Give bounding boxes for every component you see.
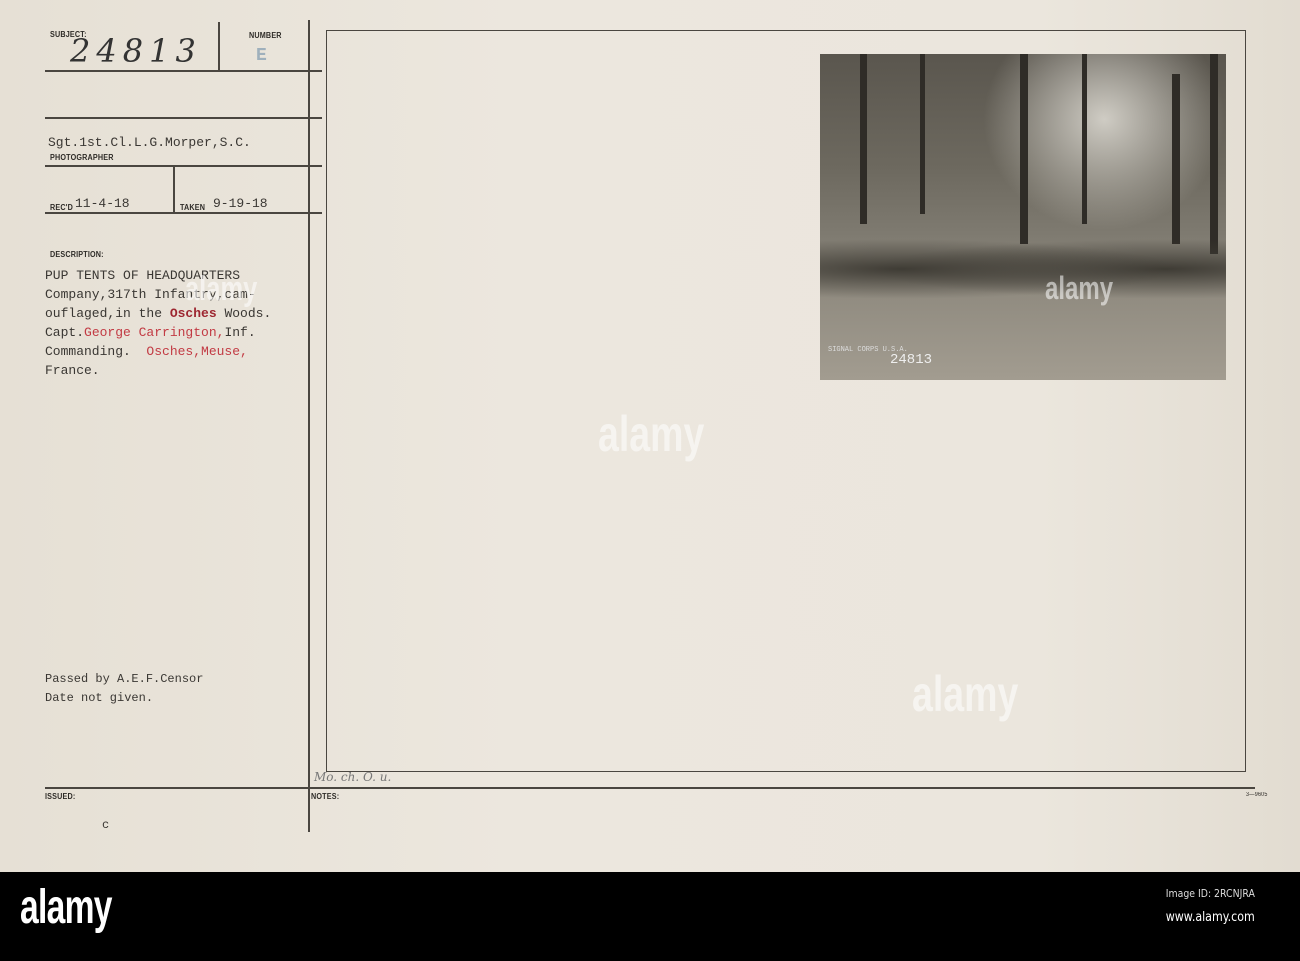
censor-date: Date not given. xyxy=(45,691,154,705)
divider xyxy=(218,22,220,70)
location: Osches,Meuse, xyxy=(146,344,248,359)
tree xyxy=(1172,74,1180,244)
alamy-url[interactable]: www.alamy.com xyxy=(1166,910,1255,925)
description-line: Commanding. Osches,Meuse, xyxy=(45,344,248,359)
text: Inf. xyxy=(224,325,256,340)
text: Commanding. xyxy=(45,344,147,359)
description-line: France. xyxy=(45,363,100,378)
received-label: REC'D xyxy=(50,203,74,212)
tree xyxy=(920,54,925,214)
divider xyxy=(45,165,322,167)
description-line: Capt.George Carrington,Inf. xyxy=(45,325,256,340)
alamy-logo: alamy xyxy=(20,881,112,934)
received-date: 11-4-18 xyxy=(75,196,130,211)
watermark: alamy xyxy=(598,406,705,462)
taken-label: TAKEN xyxy=(180,203,206,212)
tree xyxy=(860,54,867,224)
watermark: alamy xyxy=(912,666,1019,722)
number-value: E xyxy=(256,46,267,66)
divider xyxy=(45,212,322,214)
issued-mark: c xyxy=(102,818,110,832)
bottom-rule xyxy=(45,787,1255,789)
watermark: alamy xyxy=(185,270,258,308)
number-label: NUMBER xyxy=(249,31,282,40)
photographer-name: Sgt.1st.Cl.L.G.Morper,S.C. xyxy=(48,135,251,150)
tree xyxy=(1210,54,1218,254)
watermark: alamy xyxy=(1045,270,1114,306)
text: ouflaged,in the xyxy=(45,306,170,321)
divider xyxy=(173,166,175,213)
column-divider xyxy=(308,20,310,832)
camouflaged-tents xyxy=(820,234,1226,304)
divider xyxy=(45,117,322,119)
taken-date: 9-19-18 xyxy=(213,196,268,211)
photographer-label: PHOTOGRAPHER xyxy=(50,153,114,162)
notes-label: NOTES: xyxy=(311,792,340,801)
photograph-pup-tents-in-woods: SIGNAL CORPS U.S.A. 24813 xyxy=(820,54,1226,380)
description-label: DESCRIPTION: xyxy=(50,250,104,259)
issued-label: ISSUED: xyxy=(45,792,76,801)
tree xyxy=(1020,54,1028,244)
image-id: Image ID: 2RCNJRA xyxy=(1165,887,1255,900)
handwritten-note: Mo. ch. O. u. xyxy=(314,770,392,784)
divider xyxy=(45,70,322,72)
text: Capt. xyxy=(45,325,85,340)
photo-number: 24813 xyxy=(890,352,933,368)
tree xyxy=(1082,54,1087,224)
footer-bar: alamy Image ID: 2RCNJRA www.alamy.com xyxy=(0,872,1300,961)
subject-number: 24813 xyxy=(70,32,202,70)
censor-line: Passed by A.E.F.Censor xyxy=(45,672,204,686)
person-name: George Carrington, xyxy=(84,325,225,340)
archival-photo-card: SUBJECT: 24813 NUMBER E Sgt.1st.Cl.L.G.M… xyxy=(0,0,1300,872)
form-number: 3—9605 xyxy=(1246,792,1268,798)
